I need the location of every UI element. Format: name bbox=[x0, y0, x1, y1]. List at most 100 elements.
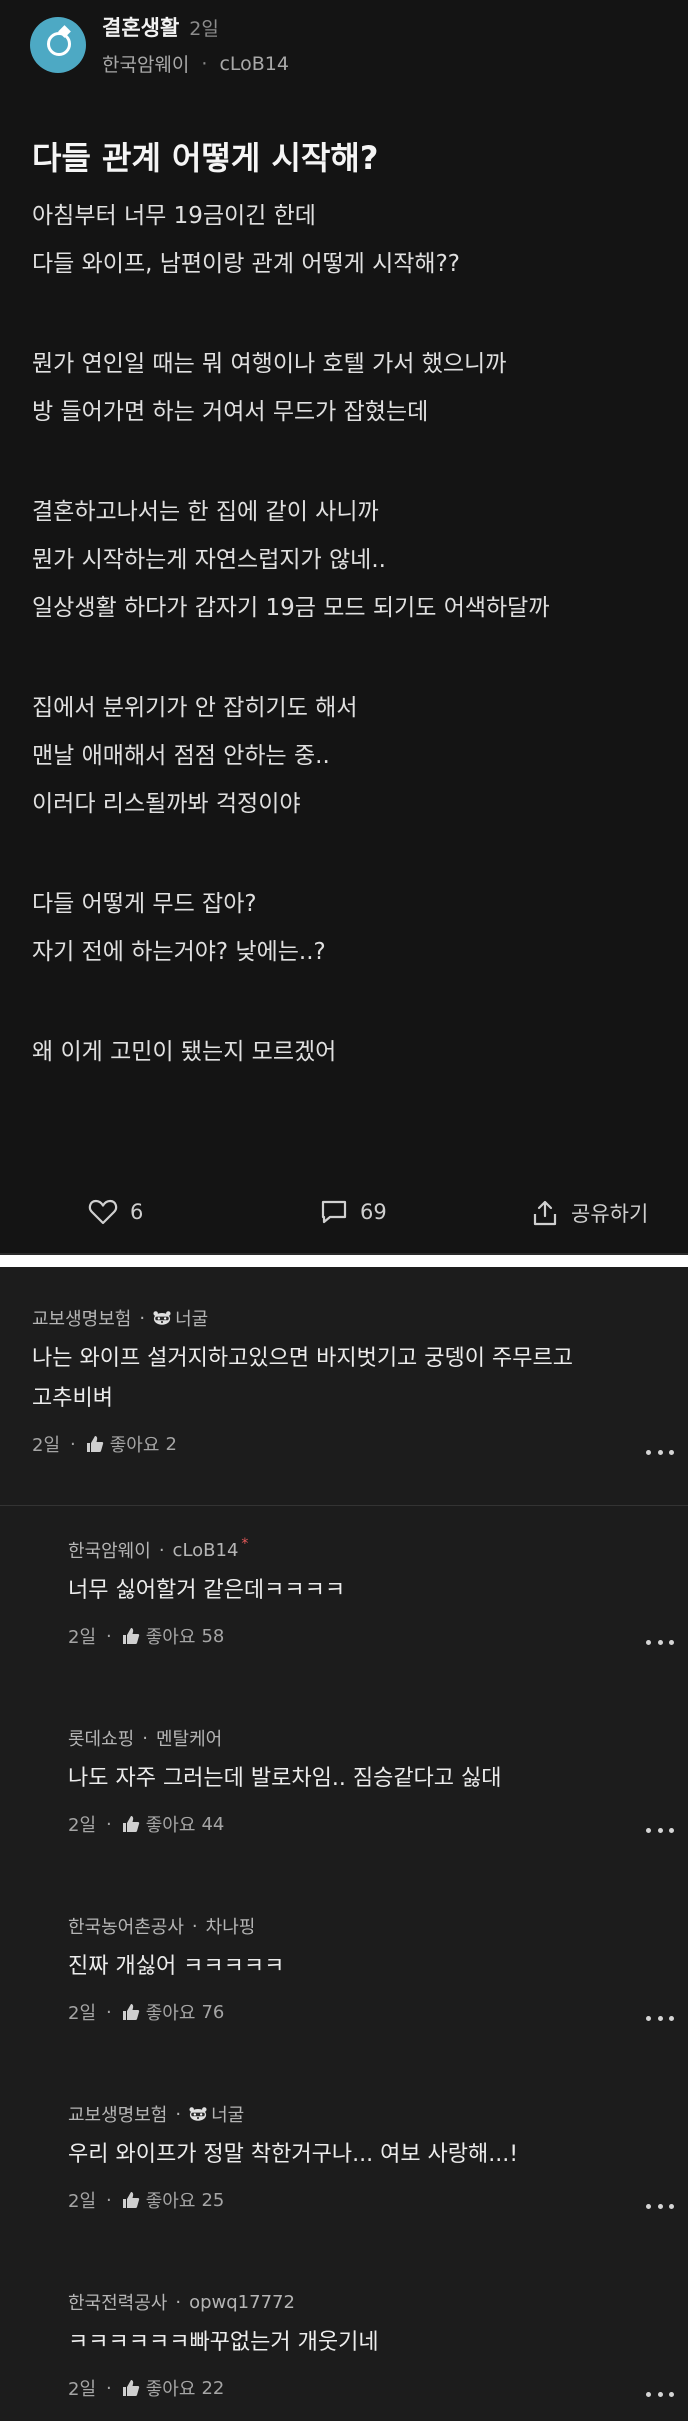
comment-text-line: 나는 와이프 설거지하고있으면 바지벗기고 궁뎅이 주무르고 bbox=[32, 1346, 573, 1371]
comment-like-button[interactable]: 좋아요 76 bbox=[122, 1999, 225, 2025]
post-body-line: 아침부터 너무 19금이긴 한데 bbox=[32, 203, 316, 229]
comment-text-line: 진짜 개싫어 ㅋㅋㅋㅋㅋ bbox=[68, 1954, 285, 1979]
separator-dot: · bbox=[139, 1307, 146, 1329]
heart-icon bbox=[88, 1199, 118, 1225]
more-options-icon[interactable] bbox=[646, 2201, 674, 2211]
comment: 교보생명보험 · 너굴나는 와이프 설거지하고있으면 바지벗기고 궁뎅이 주무르고고… bbox=[0, 1305, 688, 1506]
raccoon-icon bbox=[153, 1311, 171, 1325]
thumbs-up-icon bbox=[122, 1628, 139, 1644]
post-body-line: 다들 와이프, 남편이랑 관계 어떻게 시작해?? bbox=[32, 251, 461, 277]
comment-author: 롯데쇼핑 · 멘탈케어 bbox=[68, 1725, 502, 1751]
comment-like-label: 좋아요 bbox=[109, 1435, 160, 1456]
comment-like-label: 좋아요 bbox=[145, 2191, 196, 2212]
comment-footer: 2일 · 좋아요 58 bbox=[68, 1623, 345, 1649]
share-label: 공유하기 bbox=[571, 1202, 649, 1226]
comment-text-line: 고추비벼 bbox=[32, 1386, 113, 1411]
separator-dot: · bbox=[175, 2103, 182, 2125]
comment-like-count: 2 bbox=[165, 1433, 177, 1455]
separator-dot: · bbox=[142, 1727, 148, 1749]
comment-company[interactable]: 한국농어촌공사 bbox=[68, 1913, 184, 1939]
comment-time: 2일 bbox=[32, 1435, 61, 1456]
raccoon-icon bbox=[189, 2107, 207, 2121]
comment-like-count: 44 bbox=[201, 1813, 225, 1835]
comment-list: 교보생명보험 · 너굴 나는 와이프 설거지하고있으면 바지벗기고 궁뎅이 주무르고 고… bbox=[0, 1267, 688, 2421]
post-body-line: 뭔가 시작하는게 자연스럽지가 않네.. bbox=[32, 547, 386, 573]
thumbs-up-icon bbox=[86, 1436, 103, 1452]
comment-like-button[interactable]: 좋아요 2 bbox=[86, 1431, 177, 1457]
comment-button[interactable]: 69 bbox=[320, 1198, 387, 1226]
comment-company[interactable]: 교보생명보험 bbox=[32, 1305, 131, 1331]
post-time: 2일 bbox=[189, 18, 219, 40]
post-body-line: 방 들어가면 하는 거여서 무드가 잡혔는데 bbox=[32, 399, 429, 425]
more-options-icon[interactable] bbox=[646, 1447, 674, 1457]
comment-count: 69 bbox=[360, 1200, 387, 1224]
comment-footer: 2일 · 좋아요 22 bbox=[68, 2375, 379, 2401]
separator-dot: · bbox=[106, 2189, 112, 2211]
more-options-icon[interactable] bbox=[646, 2013, 674, 2023]
comment-time: 2일 bbox=[68, 2003, 97, 2024]
comment-nickname[interactable]: 너굴 bbox=[211, 2101, 244, 2127]
separator-dot: · bbox=[106, 2001, 112, 2023]
more-options-icon[interactable] bbox=[646, 1637, 674, 1647]
more-options-icon[interactable] bbox=[646, 2389, 674, 2399]
channel-header: 결혼생활 2일 한국암웨이 · cLoB14 bbox=[30, 12, 289, 77]
comment-footer: 2일 · 좋아요 76 bbox=[68, 1999, 284, 2025]
comment-like-button[interactable]: 좋아요 25 bbox=[122, 2187, 225, 2213]
ring-icon[interactable] bbox=[30, 16, 86, 73]
comment-company[interactable]: 교보생명보험 bbox=[68, 2101, 167, 2127]
post-body-line: 맨날 애매해서 점점 안하는 중.. bbox=[32, 743, 330, 769]
comment-like-count: 25 bbox=[201, 2189, 225, 2211]
separator-dot: · bbox=[106, 1625, 112, 1647]
channel-name[interactable]: 결혼생활 bbox=[102, 12, 179, 42]
comment-like-button[interactable]: 좋아요 22 bbox=[122, 2375, 225, 2401]
comment-company[interactable]: 한국전력공사 bbox=[68, 2289, 167, 2315]
comment-nickname[interactable]: 차나핑 bbox=[206, 1913, 256, 1939]
separator-dot: · bbox=[175, 2291, 182, 2313]
comment-nickname[interactable]: 멘탈케어 bbox=[156, 1725, 222, 1751]
comment-text-line: 우리 와이프가 정말 착한거구나... 여보 사랑해...! bbox=[68, 2142, 519, 2167]
author-nickname[interactable]: cLoB14 bbox=[219, 53, 289, 75]
comment-nickname[interactable]: cLoB14 bbox=[173, 1540, 239, 1561]
comment-time: 2일 bbox=[68, 1815, 97, 1836]
thumbs-up-icon bbox=[122, 2192, 139, 2208]
post-body-line: 결혼하고나서는 한 집에 같이 사니까 bbox=[32, 499, 379, 525]
comment-footer: 2일 · 좋아요 44 bbox=[68, 1811, 502, 1837]
comment-author: 한국전력공사 · opwq17772 bbox=[68, 2289, 379, 2315]
author-mark: * bbox=[241, 1536, 249, 1552]
post-body-line: 일상생활 하다가 갑자기 19금 모드 되기도 어색하달까 bbox=[32, 595, 550, 621]
more-options-icon[interactable] bbox=[646, 1825, 674, 1835]
post-section: 결혼생활 2일 한국암웨이 · cLoB14 다들 관계 어떻게 시작해? 아침… bbox=[0, 0, 688, 1255]
comment-like-count: 22 bbox=[201, 2377, 225, 2399]
comment-company[interactable]: 한국암웨이 bbox=[68, 1537, 151, 1563]
comment-text: 나는 와이프 설거지하고있으면 바지벗기고 궁뎅이 주무르고고추비벼 bbox=[32, 1339, 573, 1419]
comment-like-label: 좋아요 bbox=[145, 2379, 196, 2400]
share-icon bbox=[533, 1200, 557, 1226]
comment-text-line: 나도 자주 그러는데 발로차임.. 짐승같다고 싫대 bbox=[68, 1766, 502, 1791]
post-body-line: 다들 어떻게 무드 잡아? bbox=[32, 891, 257, 917]
share-button[interactable]: 공유하기 bbox=[531, 1198, 648, 1228]
comment-time: 2일 bbox=[68, 2379, 97, 2400]
post-body-line: 집에서 분위기가 안 잡히기도 해서 bbox=[32, 695, 358, 721]
like-button[interactable]: 6 bbox=[88, 1198, 143, 1226]
comment-nickname[interactable]: 너굴 bbox=[175, 1305, 208, 1331]
separator-dot: · bbox=[191, 1915, 198, 1937]
post-actions: 6 69 공유하기 bbox=[0, 1198, 688, 1238]
comment-nickname[interactable]: opwq17772 bbox=[189, 2292, 295, 2313]
comment-like-label: 좋아요 bbox=[145, 2003, 196, 2024]
comment-company[interactable]: 롯데쇼핑 bbox=[68, 1725, 134, 1751]
comment-text: 나도 자주 그러는데 발로차임.. 짐승같다고 싫대 bbox=[68, 1759, 502, 1799]
comment-time: 2일 bbox=[68, 2191, 97, 2212]
comment-like-button[interactable]: 좋아요 44 bbox=[122, 1811, 225, 1837]
comment-text-line: 너무 싫어할거 같은데ㅋㅋㅋㅋ bbox=[68, 1578, 346, 1603]
comment-text: 너무 싫어할거 같은데ㅋㅋㅋㅋ bbox=[68, 1571, 345, 1611]
comment-like-count: 76 bbox=[201, 2001, 225, 2023]
comment-like-button[interactable]: 좋아요 58 bbox=[122, 1623, 224, 1649]
author-company[interactable]: 한국암웨이 bbox=[102, 50, 189, 77]
comment-like-label: 좋아요 bbox=[145, 1627, 196, 1648]
separator-dot: · bbox=[106, 2377, 112, 2399]
comment-text: 진짜 개싫어 ㅋㅋㅋㅋㅋ bbox=[68, 1947, 284, 1987]
separator-dot: · bbox=[158, 1539, 165, 1561]
comment-footer: 2일 · 좋아요 25 bbox=[68, 2187, 518, 2213]
